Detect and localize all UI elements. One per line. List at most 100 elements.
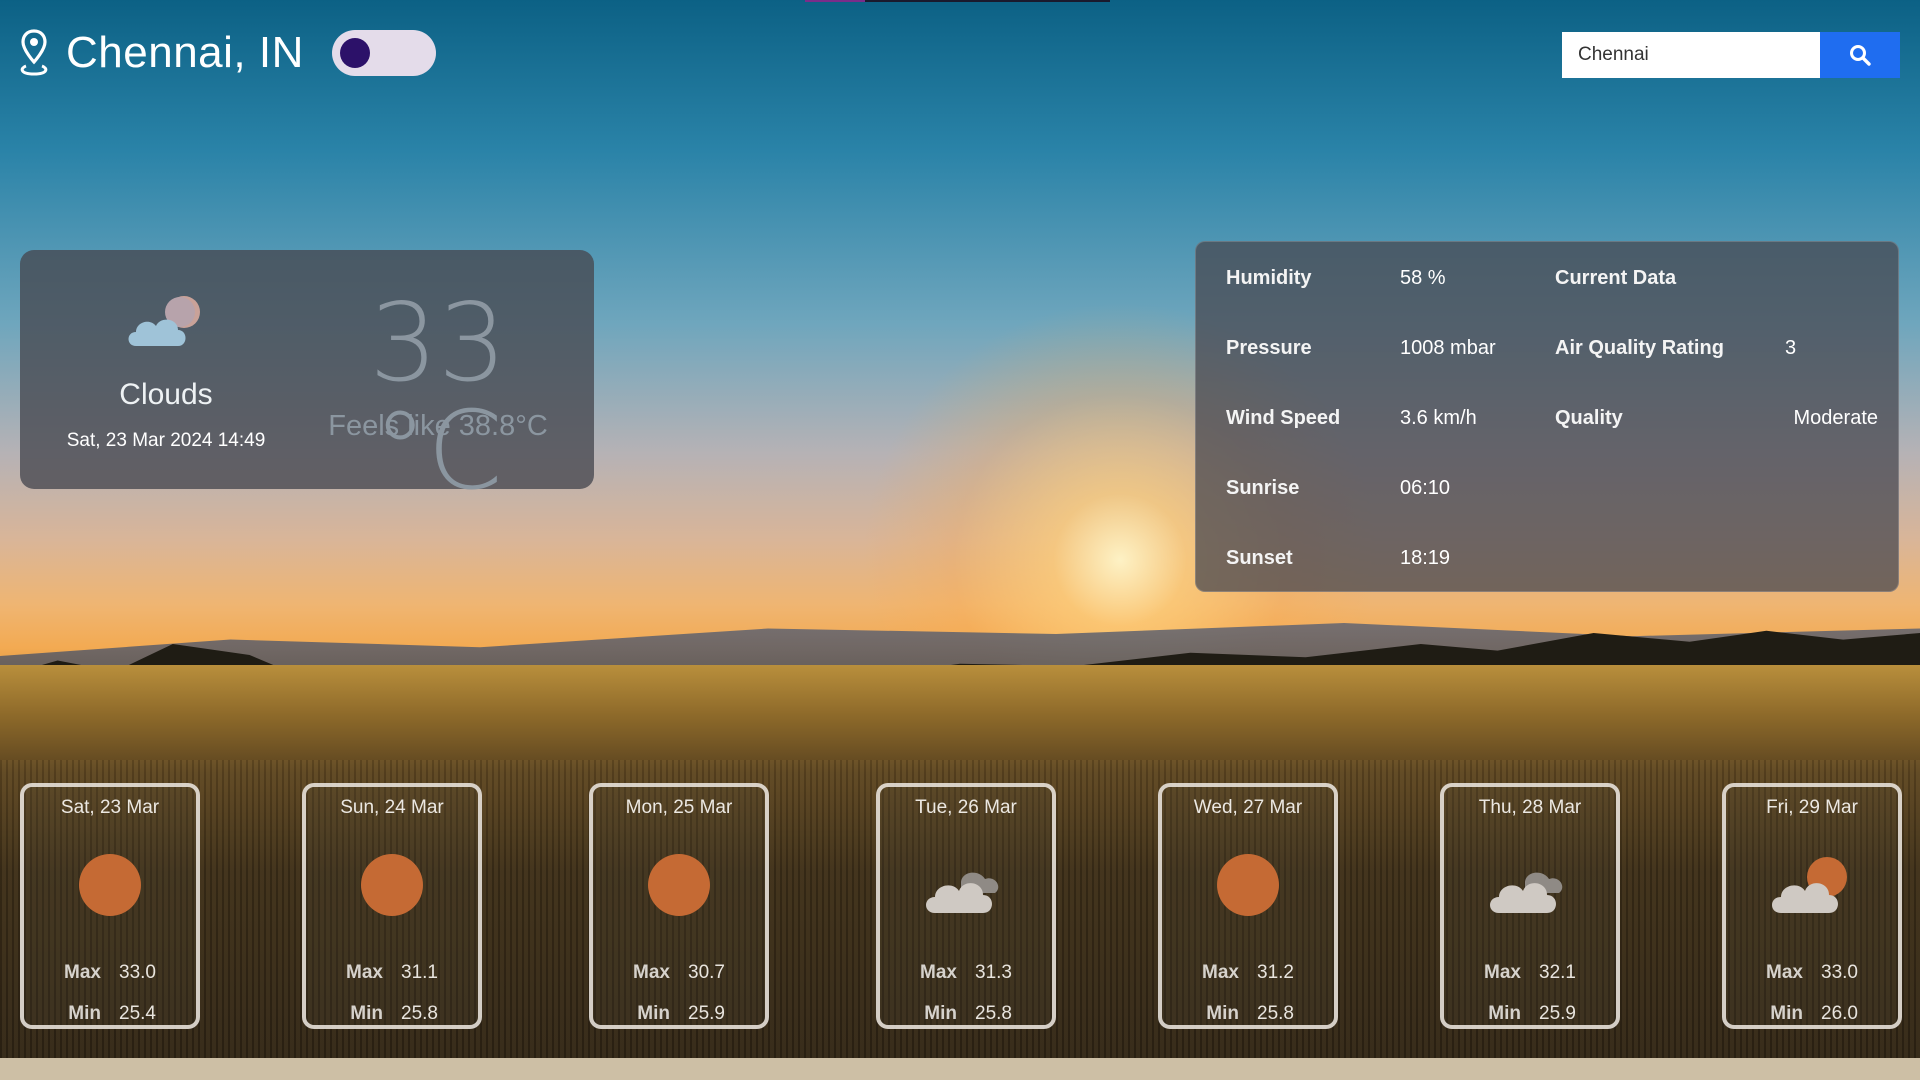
- max-value: 30.7: [688, 962, 725, 983]
- sunset-label: Sunset: [1226, 546, 1293, 569]
- min-label: Min: [350, 1003, 383, 1024]
- forecast-max-row: Max 31.2: [1162, 962, 1334, 984]
- max-value: 32.1: [1539, 962, 1576, 983]
- forecast-date: Sun, 24 Mar: [340, 797, 444, 818]
- wind-speed-value: 3.6 km/h: [1400, 406, 1477, 429]
- sun-icon: [361, 854, 423, 916]
- forecast-card: Sat, 23 Mar Max 33.0 Min 25.4: [20, 783, 200, 1029]
- forecast-min-row: Min 25.8: [880, 1003, 1052, 1025]
- forecast-max-row: Max 33.0: [1726, 962, 1898, 984]
- search-bar: [1562, 32, 1900, 78]
- search-input[interactable]: [1562, 32, 1820, 78]
- min-value: 26.0: [1821, 1003, 1858, 1024]
- forecast-max-row: Max 32.1: [1444, 962, 1616, 984]
- min-value: 25.8: [1257, 1003, 1294, 1024]
- bottom-strip: [0, 1058, 1920, 1080]
- humidity-label: Humidity: [1226, 266, 1312, 289]
- forecast-card: Wed, 27 Mar Max 31.2 Min 25.8: [1158, 783, 1338, 1029]
- sun-icon: [79, 854, 141, 916]
- forecast-min-row: Min 25.9: [1444, 1003, 1616, 1025]
- max-value: 31.3: [975, 962, 1012, 983]
- toggle-knob: [339, 38, 370, 68]
- forecast-card: Tue, 26 Mar Max 31.3 Min 25.8: [876, 783, 1056, 1029]
- forecast-min-row: Min 25.4: [24, 1003, 196, 1025]
- city-name: Chennai, IN: [66, 28, 304, 77]
- max-label: Max: [1202, 962, 1239, 983]
- max-label: Max: [64, 962, 101, 983]
- detail-row-humidity: Humidity 58 % Current Data: [1226, 263, 1878, 293]
- forecast-max-row: Max 31.3: [880, 962, 1052, 984]
- forecast-max-row: Max 33.0: [24, 962, 196, 984]
- current-datetime: Sat, 23 Mar 2024 14:49: [66, 430, 266, 451]
- min-label: Min: [1206, 1003, 1239, 1024]
- top-progress-line: [805, 0, 1110, 2]
- search-button[interactable]: [1820, 32, 1900, 78]
- min-value: 25.8: [401, 1003, 438, 1024]
- max-label: Max: [633, 962, 670, 983]
- clouds-icon: [128, 296, 200, 346]
- theme-toggle[interactable]: [331, 30, 436, 76]
- cloudy-icon: [1490, 872, 1563, 913]
- forecast-date: Wed, 27 Mar: [1193, 797, 1303, 818]
- current-temperature: 33 °C: [369, 281, 507, 514]
- current-data-label: Current Data: [1555, 266, 1677, 289]
- forecast-max-row: Max 31.1: [306, 962, 478, 984]
- detail-row-pressure: Pressure 1008 mbar Air Quality Rating 3: [1226, 333, 1878, 363]
- max-value: 33.0: [1821, 962, 1858, 983]
- min-label: Min: [68, 1003, 101, 1024]
- sunrise-value: 06:10: [1400, 476, 1451, 499]
- min-value: 25.4: [119, 1003, 156, 1024]
- min-label: Min: [637, 1003, 670, 1024]
- quality-value: Moderate: [1793, 406, 1879, 429]
- detail-row-sunrise: Sunrise 06:10: [1226, 473, 1878, 503]
- forecast-card: Thu, 28 Mar Max 32.1 Min 25.9: [1440, 783, 1620, 1029]
- forecast-card: Sun, 24 Mar Max 31.1 Min 25.8: [302, 783, 482, 1029]
- detail-row-sunset: Sunset 18:19: [1226, 543, 1878, 573]
- map-pin-icon: [20, 29, 48, 76]
- current-weather-card: Clouds Sat, 23 Mar 2024 14:49 33 °C Feel…: [20, 250, 594, 506]
- max-label: Max: [346, 962, 383, 983]
- air-quality-rating-value: 3: [1785, 336, 1797, 359]
- forecast-card: Fri, 29 Mar Max 33.0 Min 26.0: [1722, 783, 1902, 1029]
- min-label: Min: [1488, 1003, 1521, 1024]
- feels-like: Feels like 38.8°C: [328, 410, 548, 442]
- min-label: Min: [924, 1003, 957, 1024]
- max-value: 31.2: [1257, 962, 1294, 983]
- partly-cloudy-icon: [1772, 857, 1847, 913]
- cloudy-icon: [926, 872, 999, 913]
- sunrise-label: Sunrise: [1226, 476, 1300, 499]
- sunset-value: 18:19: [1400, 546, 1451, 569]
- weather-details-panel: Humidity 58 % Current Data Pressure 1008…: [1195, 241, 1899, 592]
- forecast-min-row: Min 25.9: [593, 1003, 765, 1025]
- air-quality-rating-label: Air Quality Rating: [1555, 336, 1724, 359]
- forecast-date: Mon, 25 Mar: [625, 797, 733, 818]
- min-value: 25.8: [975, 1003, 1012, 1024]
- forecast-date: Tue, 26 Mar: [915, 797, 1017, 818]
- sun-icon: [1217, 854, 1279, 916]
- min-value: 25.9: [1539, 1003, 1576, 1024]
- search-icon: [1850, 45, 1871, 66]
- max-label: Max: [920, 962, 957, 983]
- humidity-value: 58 %: [1400, 266, 1446, 289]
- forecast-min-row: Min 25.8: [306, 1003, 478, 1025]
- min-label: Min: [1770, 1003, 1803, 1024]
- forecast-card: Mon, 25 Mar Max 30.7 Min 25.9: [589, 783, 769, 1029]
- pressure-value: 1008 mbar: [1400, 336, 1496, 359]
- pressure-label: Pressure: [1226, 336, 1312, 359]
- forecast-min-row: Min 26.0: [1726, 1003, 1898, 1025]
- forecast-date: Thu, 28 Mar: [1478, 797, 1582, 818]
- forecast-date: Fri, 29 Mar: [1766, 797, 1858, 818]
- max-value: 31.1: [401, 962, 438, 983]
- quality-label: Quality: [1555, 406, 1623, 429]
- wind-speed-label: Wind Speed: [1226, 406, 1341, 429]
- forecast-date: Sat, 23 Mar: [60, 797, 160, 818]
- max-label: Max: [1766, 962, 1803, 983]
- max-label: Max: [1484, 962, 1521, 983]
- max-value: 33.0: [119, 962, 156, 983]
- forecast-min-row: Min 25.8: [1162, 1003, 1334, 1025]
- weather-condition: Clouds: [119, 378, 213, 411]
- location-header: Chennai, IN: [18, 28, 436, 78]
- forecast-max-row: Max 30.7: [593, 962, 765, 984]
- detail-row-wind: Wind Speed 3.6 km/h Quality Moderate: [1226, 403, 1878, 433]
- sun-icon: [648, 854, 710, 916]
